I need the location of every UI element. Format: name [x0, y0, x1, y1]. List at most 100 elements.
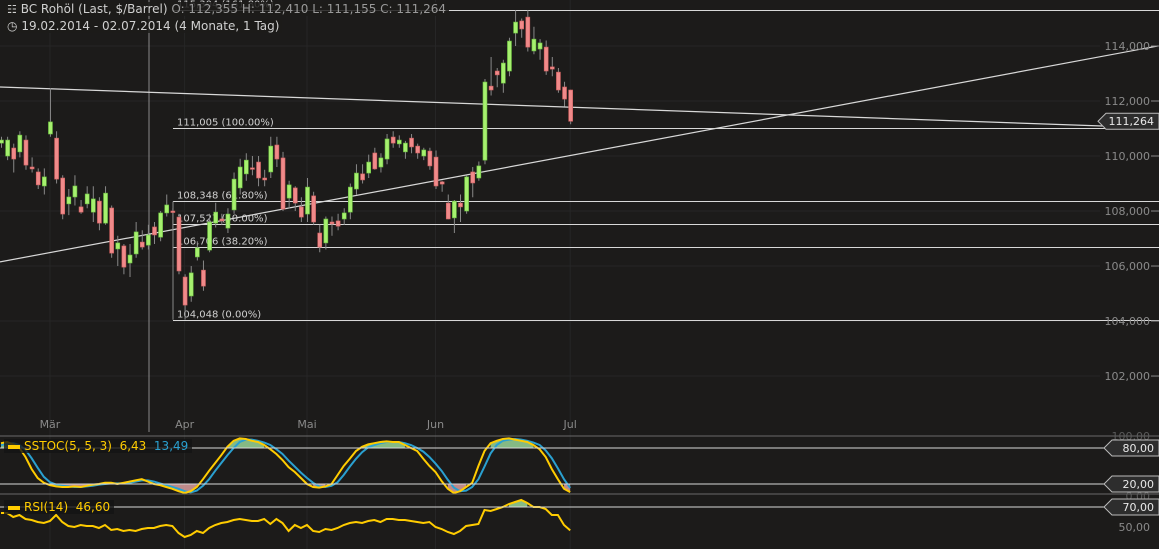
candle	[201, 260, 206, 291]
price-panel: 115,304 (161.80%)111,005 (100.00%)108,34…	[0, 0, 1159, 321]
candle-body	[17, 134, 23, 153]
candle-body	[274, 144, 280, 160]
candle-body	[170, 210, 176, 213]
stoch-legend: SSTOC(5, 5, 3) 6,43 13,49	[4, 439, 193, 453]
ohlc-readout: O: 112,355 H: 112,410 L: 111,155 C: 111,…	[171, 2, 447, 16]
candle	[286, 180, 292, 209]
candle	[427, 147, 433, 170]
candle-body	[29, 166, 35, 170]
candle-body	[433, 156, 439, 187]
trendline	[0, 86, 1103, 127]
candle-body	[280, 157, 286, 210]
candle	[452, 200, 457, 234]
date-range-text: 19.02.2014 - 02.07.2014 (4 Monate, 1 Tag…	[21, 19, 280, 33]
candle-body	[207, 221, 212, 251]
candle-body	[201, 269, 206, 287]
price-tick-label: 108,000	[1105, 205, 1151, 218]
price-tick-label: 112,000	[1105, 95, 1151, 108]
chart-canvas[interactable]: 115,304 (161.80%)111,005 (100.00%)108,34…	[0, 0, 1159, 549]
candle	[11, 143, 17, 173]
candle-body	[415, 145, 420, 154]
candle-body	[54, 137, 59, 180]
candle-body	[366, 161, 372, 174]
candle-body	[360, 173, 365, 181]
candle-body	[372, 152, 378, 170]
candle-body	[531, 38, 537, 52]
candle	[556, 68, 561, 93]
candle	[35, 168, 41, 190]
candle-body	[378, 157, 384, 168]
candle-body	[225, 213, 231, 229]
stoch-20-label: 20,00	[1123, 478, 1155, 491]
candle-body	[262, 177, 267, 181]
candle	[268, 136, 274, 179]
candle	[42, 168, 47, 195]
candle-body	[384, 138, 390, 160]
candle	[29, 157, 35, 173]
candle-body	[501, 62, 506, 84]
candle	[372, 147, 378, 170]
candle-body	[152, 226, 157, 236]
candle-body	[237, 166, 243, 189]
candle	[176, 213, 182, 275]
candle	[537, 39, 543, 60]
candle-body	[317, 232, 323, 248]
candle-body	[286, 184, 292, 199]
candle-body	[97, 200, 102, 224]
price-tick-label: 114,000	[1105, 40, 1151, 53]
candle-body	[60, 177, 66, 215]
candle	[549, 57, 555, 77]
candle-body	[403, 142, 408, 153]
candle	[458, 194, 463, 223]
legend-swatch	[8, 444, 20, 449]
chart-settings-icon[interactable]: ☷	[7, 3, 17, 16]
candle	[568, 89, 573, 125]
candle-body	[115, 242, 121, 250]
candle	[237, 158, 243, 195]
candle-body	[396, 139, 402, 145]
candle	[513, 10, 518, 46]
candle-body	[452, 200, 457, 219]
candle	[409, 134, 414, 154]
price-tick-label: 102,000	[1105, 370, 1151, 383]
candle	[164, 194, 170, 217]
candle-body	[299, 206, 304, 218]
candle-body	[91, 198, 96, 213]
candle-body	[445, 202, 451, 220]
candle	[60, 175, 66, 220]
candle-body	[0, 139, 4, 144]
candle-body	[568, 89, 573, 122]
candle	[445, 194, 451, 220]
candle-body	[11, 147, 17, 160]
candle	[127, 244, 133, 278]
candle-body	[409, 137, 414, 148]
candle-body	[311, 195, 316, 223]
candle-body	[470, 171, 476, 184]
candle	[244, 153, 249, 181]
axes: 114,000 112,000 110,000 108,000 106,000 104,0…	[0, 40, 1159, 534]
month-label: Jul	[563, 418, 577, 431]
candle-body	[354, 172, 359, 190]
candle	[54, 131, 59, 184]
candle	[103, 186, 108, 225]
candle	[439, 180, 445, 192]
stoch-k-value: 6,43	[119, 439, 147, 453]
candle-body	[268, 145, 274, 173]
candle-body	[250, 167, 255, 170]
candle	[256, 156, 261, 187]
candle-body	[48, 121, 53, 135]
candle-body	[305, 186, 310, 215]
candle	[188, 266, 194, 302]
candle	[170, 208, 176, 231]
candle	[146, 224, 151, 250]
candle	[476, 161, 482, 181]
candle	[323, 216, 329, 250]
candle-body	[244, 159, 249, 175]
clock-icon: ◷	[7, 19, 18, 33]
month-label: Jun	[426, 418, 444, 431]
candle	[299, 197, 304, 223]
candle	[305, 178, 310, 223]
rsi-70-label: 70,00	[1123, 501, 1155, 514]
candle-body	[72, 185, 78, 198]
candle-body	[525, 16, 531, 48]
